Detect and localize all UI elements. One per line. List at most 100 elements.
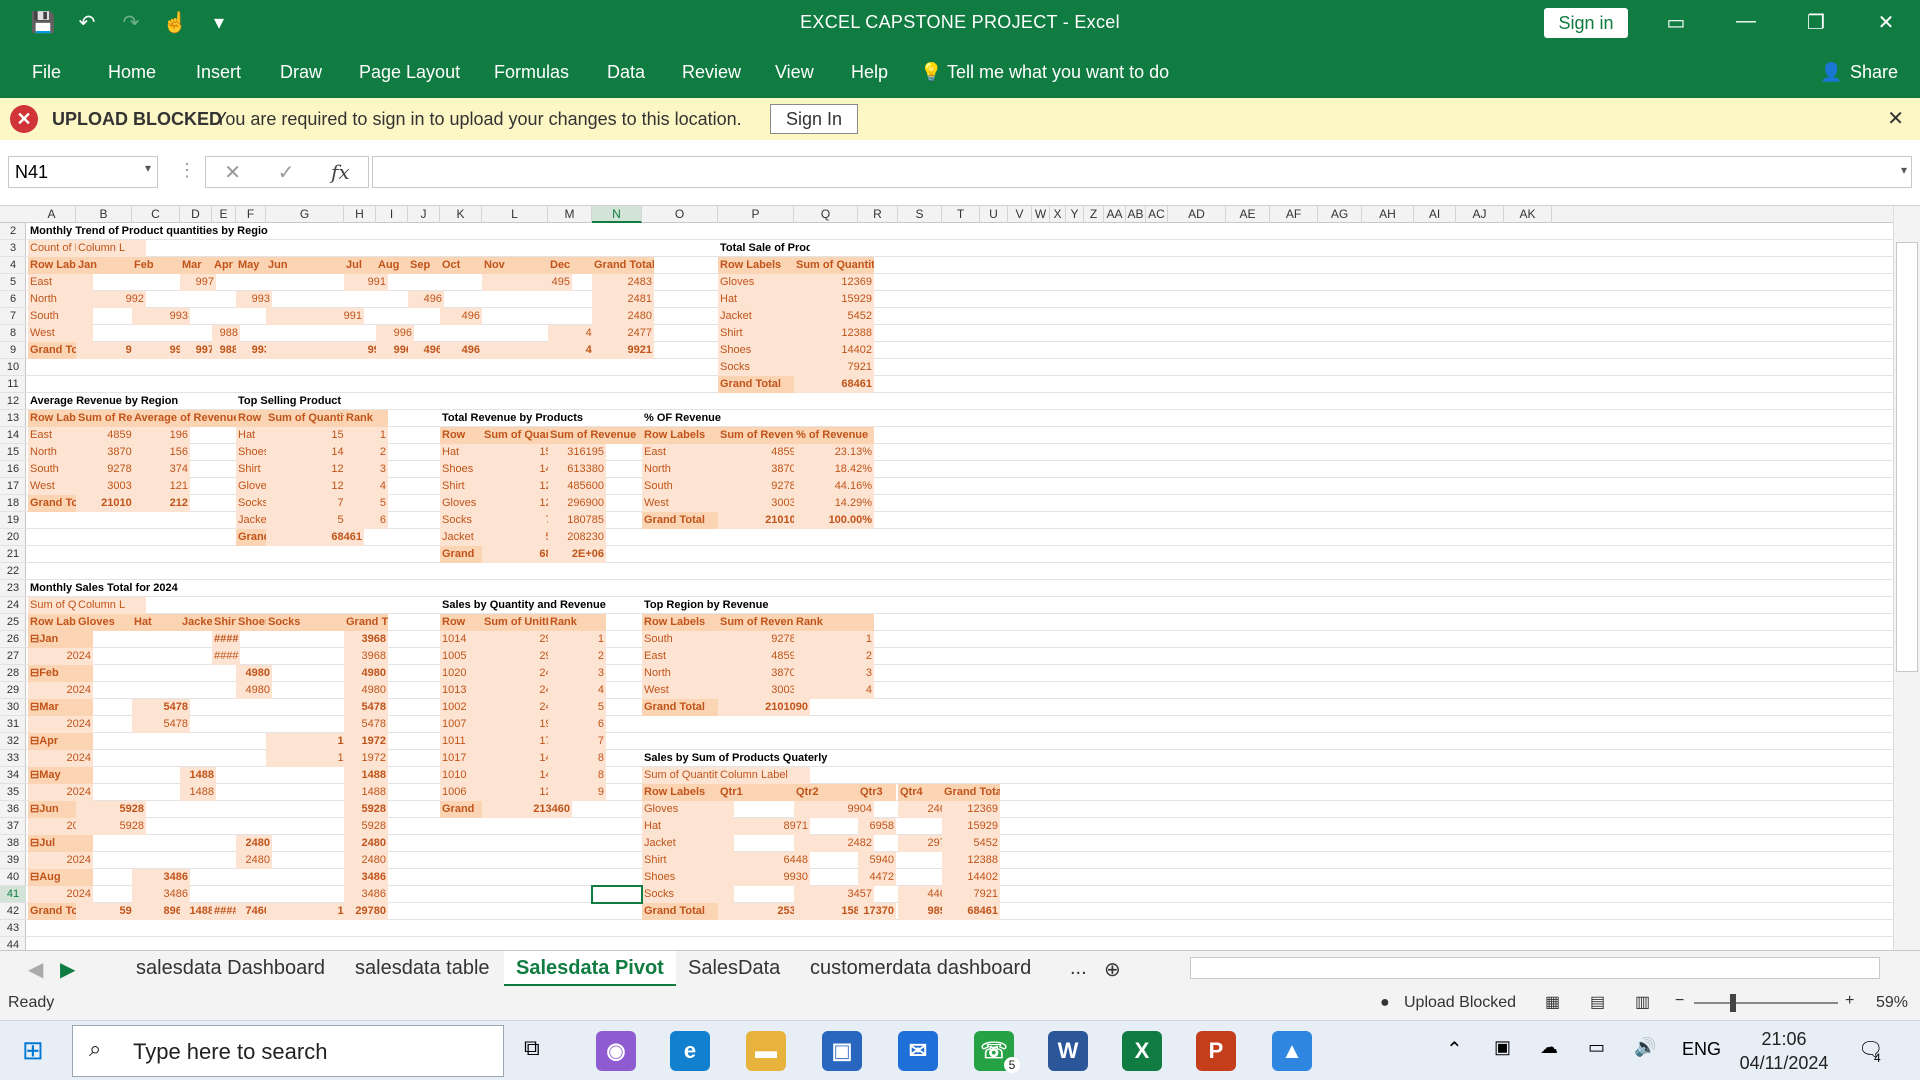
cell[interactable]: Row xyxy=(440,614,482,631)
cell[interactable]: 2480 xyxy=(344,852,388,869)
cell[interactable]: 6958 xyxy=(858,818,896,835)
row-header[interactable]: 42 xyxy=(0,903,26,920)
row-header[interactable]: 16 xyxy=(0,461,26,478)
cell[interactable]: 3 xyxy=(548,665,606,682)
row-header[interactable]: 25 xyxy=(0,614,26,631)
column-header[interactable]: K xyxy=(440,206,482,223)
column-header[interactable]: U xyxy=(980,206,1008,223)
column-header[interactable]: E xyxy=(212,206,236,223)
cell[interactable]: 17370 xyxy=(858,903,896,920)
cell[interactable]: 3968 xyxy=(344,631,388,648)
column-header[interactable]: AC xyxy=(1146,206,1168,223)
tab-home[interactable]: Home xyxy=(108,62,156,83)
tab-data[interactable]: Data xyxy=(607,62,645,83)
cell[interactable]: ⊟Mar xyxy=(28,699,93,716)
cell[interactable]: 2 xyxy=(794,648,874,665)
row-header[interactable]: 19 xyxy=(0,512,26,529)
windows-start-icon[interactable]: ⊞ xyxy=(22,1035,44,1066)
column-header[interactable]: W xyxy=(1032,206,1050,223)
cell[interactable]: Average Revenue by Region xyxy=(28,393,268,410)
share-button[interactable]: Share xyxy=(1850,62,1898,83)
powerpoint-icon[interactable]: P xyxy=(1196,1031,1236,1071)
column-header[interactable]: AA xyxy=(1104,206,1126,223)
cell[interactable]: 7921 xyxy=(942,886,1000,903)
column-header[interactable]: AH xyxy=(1362,206,1414,223)
cell[interactable]: 8 xyxy=(548,767,606,784)
column-header[interactable]: H xyxy=(344,206,376,223)
cell[interactable]: 496 xyxy=(440,308,482,325)
cell[interactable]: 44.16% xyxy=(794,478,874,495)
cell[interactable]: 29780 xyxy=(344,903,388,920)
cell[interactable]: 3486 xyxy=(132,886,190,903)
cell[interactable]: 3 xyxy=(344,461,388,478)
cell[interactable]: 1014 xyxy=(440,631,482,648)
row-header[interactable]: 3 xyxy=(0,240,26,257)
column-header[interactable]: A xyxy=(28,206,76,223)
row-header[interactable]: 38 xyxy=(0,835,26,852)
row-header[interactable]: 2 xyxy=(0,223,26,240)
cell[interactable]: 2480 xyxy=(344,835,388,852)
row-header[interactable]: 14 xyxy=(0,427,26,444)
mail-icon[interactable]: ✉ xyxy=(898,1031,938,1071)
sheet-tab-active[interactable]: Salesdata Pivot xyxy=(504,951,676,987)
cell[interactable]: 156 xyxy=(132,444,190,461)
row-header[interactable]: 31 xyxy=(0,716,26,733)
cell[interactable]: 997 xyxy=(180,342,216,359)
row-header[interactable]: 22 xyxy=(0,563,26,580)
formula-input[interactable]: ▾ xyxy=(372,156,1912,188)
cell[interactable]: 5478 xyxy=(344,699,388,716)
cell[interactable]: 1017 xyxy=(440,750,482,767)
minimize-icon[interactable]: — xyxy=(1726,10,1766,33)
horizontal-scrollbar[interactable] xyxy=(1190,957,1880,979)
cell[interactable]: Jacket xyxy=(440,529,482,546)
prev-sheet-icon[interactable]: ◀ xyxy=(28,957,43,982)
cell[interactable]: ⊟May xyxy=(28,767,93,784)
cell[interactable]: 1006 xyxy=(440,784,482,801)
row-header[interactable]: 6 xyxy=(0,291,26,308)
column-header[interactable]: V xyxy=(1008,206,1032,223)
row-header[interactable]: 12 xyxy=(0,393,26,410)
column-header[interactable]: Q xyxy=(794,206,858,223)
cell[interactable]: 2024 xyxy=(28,886,93,903)
cell[interactable]: 2480 xyxy=(236,852,272,869)
volume-icon[interactable]: 🔊 xyxy=(1634,1037,1656,1058)
column-header[interactable]: Y xyxy=(1066,206,1084,223)
cell[interactable]: 495 xyxy=(482,274,572,291)
cell[interactable]: Sum of Quantity xyxy=(794,257,874,274)
zoom-out-icon[interactable]: − xyxy=(1675,992,1684,1010)
cell[interactable]: 6 xyxy=(548,716,606,733)
cell[interactable]: ⊟Apr xyxy=(28,733,93,750)
photos-icon[interactable]: ▲ xyxy=(1272,1031,1312,1071)
cell[interactable]: 5928 xyxy=(344,801,388,818)
cell[interactable]: Top Region by Revenue xyxy=(642,597,822,614)
cell[interactable]: #### xyxy=(212,648,240,665)
cell[interactable]: ⊟Jul xyxy=(28,835,93,852)
cell[interactable]: 5 xyxy=(344,495,388,512)
cell[interactable]: 4 xyxy=(794,682,874,699)
cell[interactable]: Monthly Sales Total for 2024 xyxy=(28,580,268,597)
tab-draw[interactable]: Draw xyxy=(280,62,322,83)
column-header[interactable]: AF xyxy=(1270,206,1318,223)
cell[interactable]: 613380 xyxy=(548,461,606,478)
worksheet-grid[interactable]: A B C D E F G H I J K L M N O P Q R S T U V W X Y Z AA AB AC AD AE AF AG… xyxy=(0,206,1920,950)
row-header[interactable]: 13 xyxy=(0,410,26,427)
cell[interactable]: 1002 xyxy=(440,699,482,716)
cell[interactable]: 2 xyxy=(548,648,606,665)
cell[interactable]: 991 xyxy=(266,308,364,325)
cell[interactable]: 180785 xyxy=(548,512,606,529)
cell[interactable]: 5452 xyxy=(794,308,874,325)
column-header[interactable]: F xyxy=(236,206,266,223)
cell[interactable]: 6 xyxy=(344,512,388,529)
cell[interactable]: 9930 xyxy=(718,869,810,886)
taskbar-search[interactable]: ⌕ Type here to search xyxy=(72,1025,504,1077)
cell[interactable]: Hat xyxy=(440,444,482,461)
cell[interactable]: 2483 xyxy=(592,274,654,291)
cells-area[interactable]: Monthly Trend of Product quantities by R… xyxy=(26,223,1900,950)
cell[interactable]: 213460 xyxy=(482,801,572,818)
meet-icon[interactable]: ▣ xyxy=(1494,1037,1511,1058)
selected-cell[interactable] xyxy=(591,885,643,904)
row-header[interactable]: 11 xyxy=(0,376,26,393)
cell[interactable]: 208230 xyxy=(548,529,606,546)
cell[interactable]: 496 xyxy=(408,291,444,308)
cell[interactable]: 296900 xyxy=(548,495,606,512)
